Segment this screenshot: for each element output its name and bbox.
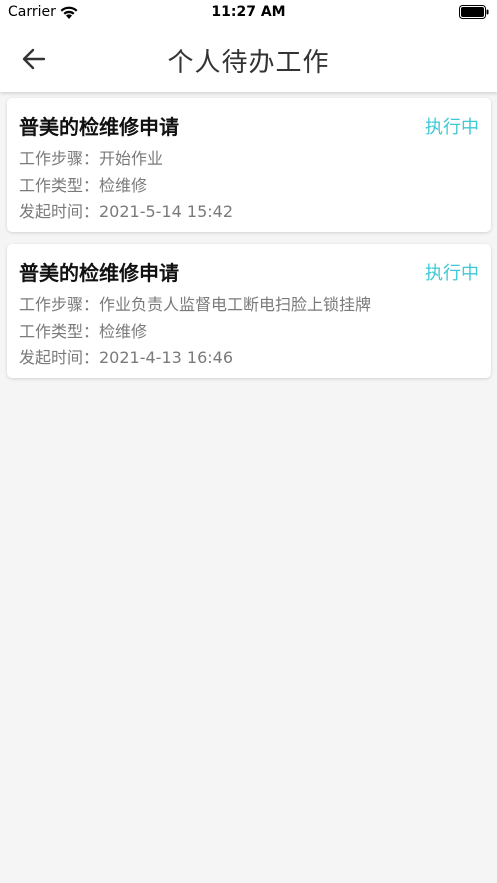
task-start-time: 发起时间：2021-4-13 16:46 — [19, 348, 234, 367]
task-title: 普美的检维修申请 — [19, 261, 179, 285]
task-status: 执行中 — [425, 263, 479, 284]
page-title: 个人待办工作 — [167, 48, 330, 78]
task-type: 工作类型：检维修 — [19, 322, 148, 341]
task-type: 工作类型：检维修 — [19, 176, 148, 195]
navigation-bar: 个人待办工作 — [0, 26, 497, 92]
task-status: 执行中 — [425, 117, 479, 138]
battery-icon — [459, 5, 489, 19]
task-step: 工作步骤：作业负责人监督电工断电扫脸上锁挂牌 — [19, 295, 372, 314]
task-step: 工作步骤：开始作业 — [19, 149, 164, 168]
task-card[interactable]: 普美的检维修申请 执行中 工作步骤：作业负责人监督电工断电扫脸上锁挂牌 工作类型… — [7, 244, 491, 378]
task-list: 普美的检维修申请 执行中 工作步骤：开始作业 工作类型：检维修 发起时间：202… — [7, 98, 491, 390]
status-bar: Carrier 11:27 AM — [0, 0, 497, 26]
task-start-time: 发起时间：2021-5-14 15:42 — [19, 202, 234, 221]
task-title: 普美的检维修申请 — [19, 115, 179, 139]
task-card[interactable]: 普美的检维修申请 执行中 工作步骤：开始作业 工作类型：检维修 发起时间：202… — [7, 98, 491, 232]
status-time: 11:27 AM — [211, 4, 286, 20]
